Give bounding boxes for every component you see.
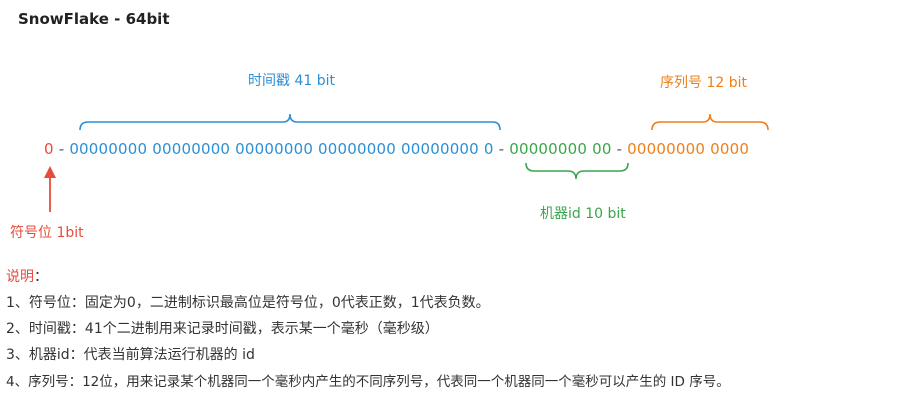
timestamp-brace [79, 113, 501, 131]
notes-heading-colon: ： [34, 269, 48, 285]
machine-label: 机器id 10 bit [540, 206, 626, 222]
machine-brace [525, 162, 629, 180]
note-line-3: 3、机器id：代表当前算法运行机器的 id [6, 347, 255, 363]
sign-label: 符号位 1bit [10, 225, 84, 241]
sequence-brace [651, 113, 769, 131]
separator: - [493, 140, 510, 158]
timestamp-label: 时间戳 41 bit [248, 73, 335, 89]
sequence-label: 序列号 12 bit [660, 75, 747, 91]
note-line-4: 4、序列号：12位，用来记录某个机器同一个毫秒内产生的不同序列号，代表同一个机器… [6, 374, 730, 390]
machine-bits: 00000000 00 [509, 140, 612, 158]
separator: - [611, 140, 628, 158]
separator: - [53, 140, 70, 158]
timestamp-bits: 00000000 00000000 00000000 00000000 0000… [69, 140, 494, 158]
sign-bit: 0 [44, 140, 54, 158]
note-line-2: 2、时间戳：41个二进制用来记录时间戳，表示某一个毫秒（毫秒级） [6, 321, 439, 337]
sequence-bits: 00000000 0000 [627, 140, 750, 158]
sign-arrow-head [44, 166, 56, 178]
note-line-1: 1、符号位：固定为0，二进制标识最高位是符号位，0代表正数，1代表负数。 [6, 295, 490, 311]
bit-string: 0 - 00000000 00000000 00000000 00000000 … [44, 140, 749, 158]
notes-heading-text: 说明 [6, 269, 34, 285]
annotation-overlay [44, 113, 769, 212]
notes-heading: 说明： [6, 266, 48, 286]
